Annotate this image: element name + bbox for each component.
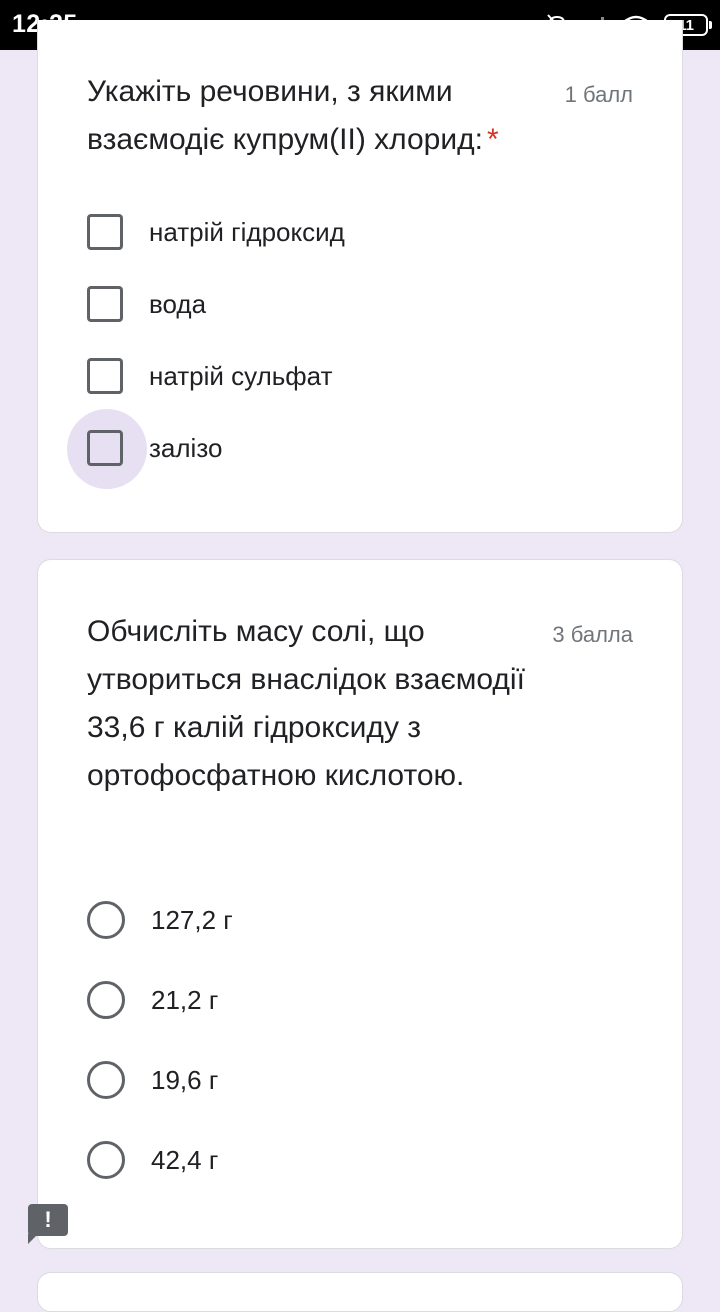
radio-option[interactable]: 42,4 г xyxy=(87,1137,218,1183)
question-title: Обчисліть масу солі, що утвориться внасл… xyxy=(87,615,525,792)
points-label: 1 балл xyxy=(564,82,633,107)
question-card-1: Укажіть речовини, з якими взаємодіє купр… xyxy=(37,20,683,533)
option-label: вода xyxy=(149,288,207,319)
checkbox-option[interactable]: вода xyxy=(87,281,206,327)
checkbox-option[interactable]: залізо xyxy=(87,425,222,471)
question-title-text: Укажіть речовини, з якими взаємодіє купр… xyxy=(87,75,483,156)
report-problem-icon[interactable]: ! xyxy=(28,1204,68,1244)
radio-button[interactable] xyxy=(87,1061,125,1099)
points-label: 3 балла xyxy=(552,622,633,647)
radio-option[interactable]: 127,2 г xyxy=(87,897,233,943)
option-label: натрій гідроксид xyxy=(149,216,345,247)
option-label: 42,4 г xyxy=(151,1144,219,1175)
option-label: 127,2 г xyxy=(151,904,233,935)
checkbox-option[interactable]: натрій гідроксид xyxy=(87,209,345,255)
checkbox[interactable] xyxy=(87,286,123,322)
option-label: 21,2 г xyxy=(151,984,219,1015)
option-label: натрій сульфат xyxy=(149,360,333,391)
question-title: Укажіть речовини, з якими взаємодіє купр… xyxy=(87,68,527,164)
radio-option[interactable]: 19,6 г xyxy=(87,1057,218,1103)
checkbox-option[interactable]: натрій сульфат xyxy=(87,353,332,399)
radio-button[interactable] xyxy=(87,1141,125,1179)
checkbox[interactable] xyxy=(87,430,123,466)
question-card-2: Обчисліть масу солі, що утвориться внасл… xyxy=(37,559,683,1249)
radio-option[interactable]: 21,2 г xyxy=(87,977,218,1023)
question-card-3 xyxy=(37,1272,683,1312)
radio-button[interactable] xyxy=(87,901,125,939)
radio-button[interactable] xyxy=(87,981,125,1019)
option-label: 19,6 г xyxy=(151,1064,219,1095)
required-asterisk: * xyxy=(486,123,499,156)
checkbox[interactable] xyxy=(87,214,123,250)
option-label: залізо xyxy=(149,432,223,463)
checkbox[interactable] xyxy=(87,358,123,394)
